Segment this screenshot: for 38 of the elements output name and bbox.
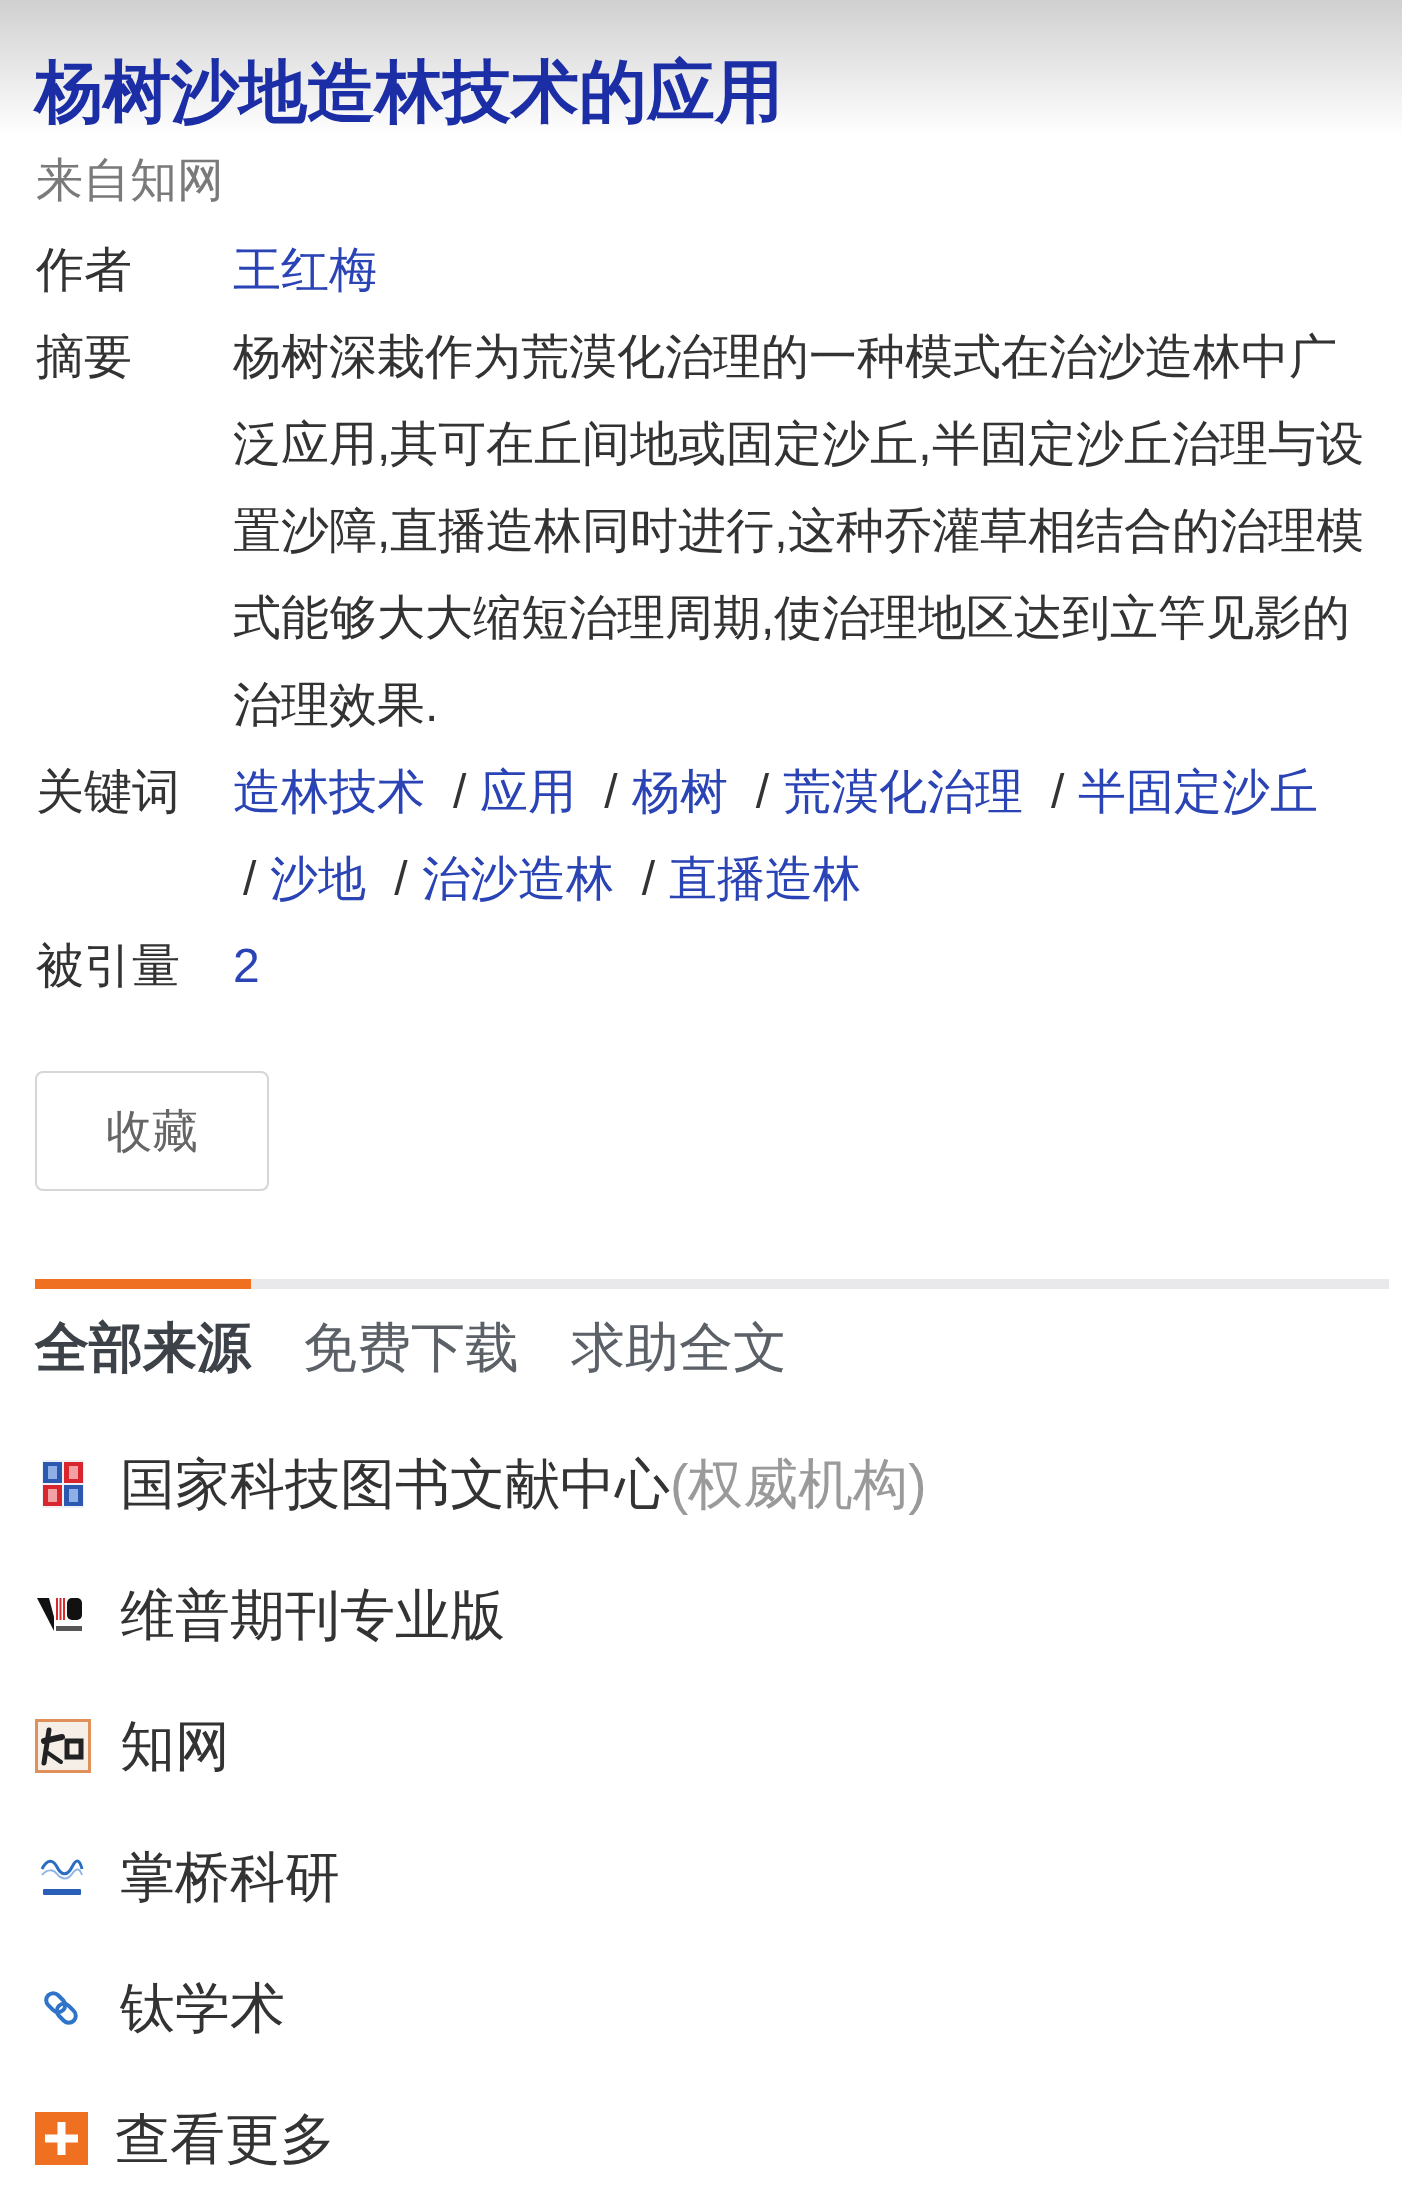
author-link[interactable]: 王红梅 (233, 226, 377, 313)
citation-count[interactable]: 2 (233, 922, 260, 1009)
keyword-separator: / (243, 851, 257, 907)
keyword-link[interactable]: 半固定沙丘 (1078, 748, 1319, 835)
field-label: 被引量 (36, 938, 181, 994)
keyword-separator: / (1051, 764, 1065, 820)
source-link[interactable]: 钛学术 (35, 1942, 285, 2073)
keyword-link[interactable]: 直播造林 (669, 835, 862, 922)
plus-icon (35, 2112, 88, 2165)
source-link[interactable]: 国家科技图书文献中心(权威机构) (35, 1418, 927, 1549)
brush-stroke-icon (35, 1718, 91, 1773)
tile-logo-icon (42, 1459, 84, 1508)
tab[interactable]: 全部来源 (35, 1279, 251, 1380)
tab[interactable]: 求助全文 (571, 1279, 787, 1380)
abstract-text: 杨树深栽作为荒漠化治理的一种模式在治沙造林中广泛应用,其可在丘间地或固定沙丘,半固定沙丘治理与设置沙障,直播造林同时进行,这种乔灌草相结合的治理模式能够大大缩短治理周期,使治理地区达到立竿见影的治理效果. (233, 329, 1365, 733)
keyword-link[interactable]: 荒漠化治理 (783, 748, 1024, 835)
field-label: 摘要 (36, 329, 133, 385)
favorite-button[interactable]: 收藏 (35, 1071, 269, 1191)
source-link[interactable]: 掌桥科研 (35, 1811, 340, 1942)
field-label: 关键词 (36, 764, 181, 820)
keyword-separator: / (641, 851, 656, 907)
keyword-separator: / (453, 764, 467, 820)
keyword-separator: / (394, 851, 408, 907)
keyword-link[interactable]: 应用 (480, 748, 577, 835)
keyword-link[interactable]: 造林技术 (233, 748, 425, 835)
field-label: 作者 (36, 242, 133, 298)
keyword-separator: / (604, 764, 618, 820)
source-note: (权威机构) (670, 1451, 927, 1517)
keyword-link[interactable]: 治沙造林 (421, 835, 614, 922)
source-link[interactable]: 知网 (35, 1680, 230, 1811)
view-more-link[interactable]: 查看更多 (35, 2073, 335, 2204)
keyword-separator: / (755, 764, 770, 820)
article-title: 杨树沙地造林技术的应用 (35, 52, 784, 131)
source-link[interactable]: 维普期刊专业版 (35, 1549, 505, 1680)
keyword-link[interactable]: 沙地 (270, 835, 367, 922)
tab[interactable]: 免费下载 (303, 1279, 519, 1380)
keyword-link[interactable]: 杨树 (631, 748, 728, 835)
source-label: 来自知网 (35, 152, 224, 208)
